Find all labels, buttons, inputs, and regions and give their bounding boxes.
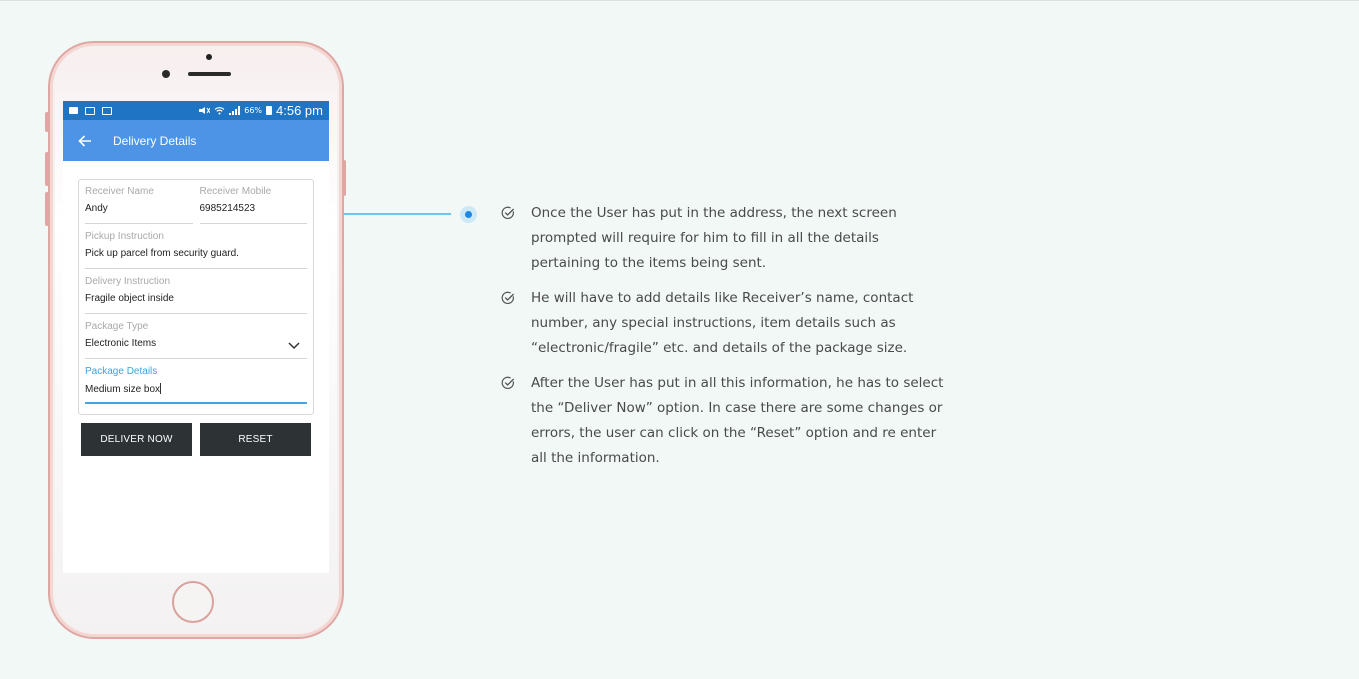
- pickup-instruction-label: Pickup Instruction: [85, 231, 164, 242]
- phone-sensor: [206, 54, 212, 60]
- package-type-label: Package Type: [85, 321, 149, 332]
- package-details-label: Package Details: [85, 366, 158, 377]
- pickup-instruction-value: Pick up parcel from security guard.: [85, 248, 239, 259]
- check-circle-icon: [501, 291, 515, 305]
- delivery-form: Receiver Name Andy Receiver Mobile 69852…: [78, 179, 314, 415]
- delivery-instruction-field[interactable]: Delivery Instruction Fragile object insi…: [85, 274, 307, 314]
- signal-icon: [229, 106, 241, 115]
- receiver-mobile-label: Receiver Mobile: [199, 186, 272, 197]
- chevron-down-icon[interactable]: [287, 341, 301, 351]
- point-text: Once the User has put in the address, th…: [531, 205, 897, 271]
- delivery-instruction-label: Delivery Instruction: [85, 276, 171, 287]
- phone-volume-down: [45, 192, 49, 226]
- wifi-icon: [214, 107, 225, 115]
- status-bar: 66% 4:56 pm: [63, 101, 329, 120]
- receiver-name-field[interactable]: Receiver Name Andy: [85, 184, 193, 224]
- receiver-name-label: Receiver Name: [85, 186, 154, 197]
- phone-mute-switch: [45, 112, 49, 132]
- connector-dot: [460, 206, 477, 223]
- feature-points: Once the User has put in the address, th…: [500, 201, 950, 481]
- receiver-mobile-value: 6985214523: [199, 203, 256, 214]
- package-details-value: Medium size box: [85, 384, 161, 395]
- point-text: After the User has put in all this infor…: [531, 375, 944, 466]
- check-circle-icon: [501, 376, 515, 390]
- page-title: Delivery Details: [113, 133, 197, 148]
- status-time: 4:56 pm: [276, 103, 323, 118]
- gallery-icon: [102, 106, 112, 115]
- mute-icon: [199, 107, 211, 114]
- phone-screen: 66% 4:56 pm Delivery Details Receiver Na…: [63, 101, 329, 573]
- phone-power-button: [342, 160, 346, 196]
- phone-speaker: [188, 72, 231, 76]
- video-icon: [69, 107, 78, 114]
- list-item: After the User has put in all this infor…: [500, 371, 950, 471]
- package-details-field[interactable]: Package Details Medium size box: [85, 364, 307, 404]
- receiver-name-value: Andy: [85, 203, 108, 214]
- battery-percent: 66%: [244, 106, 263, 115]
- app-bar: Delivery Details: [63, 120, 329, 161]
- battery-icon: [266, 106, 273, 115]
- top-divider: [0, 0, 1359, 1]
- phone-home-button: [172, 581, 214, 623]
- reset-button[interactable]: RESET: [200, 423, 311, 456]
- delivery-instruction-value: Fragile object inside: [85, 293, 174, 304]
- check-circle-icon: [501, 206, 515, 220]
- device-icon: [85, 106, 95, 115]
- point-text: He will have to add details like Receive…: [531, 290, 914, 356]
- pickup-instruction-field[interactable]: Pickup Instruction Pick up parcel from s…: [85, 229, 307, 269]
- package-type-select[interactable]: Package Type Electronic Items: [85, 319, 307, 359]
- receiver-mobile-field[interactable]: Receiver Mobile 6985214523: [199, 184, 307, 224]
- phone-camera: [162, 70, 170, 78]
- phone-volume-up: [45, 152, 49, 186]
- text-cursor: [160, 383, 162, 394]
- connector-line: [344, 213, 451, 215]
- package-type-value: Electronic Items: [85, 338, 157, 349]
- arrow-left-icon[interactable]: [75, 131, 95, 151]
- deliver-now-button[interactable]: DELIVER NOW: [81, 423, 192, 456]
- list-item: He will have to add details like Receive…: [500, 286, 950, 361]
- list-item: Once the User has put in the address, th…: [500, 201, 950, 276]
